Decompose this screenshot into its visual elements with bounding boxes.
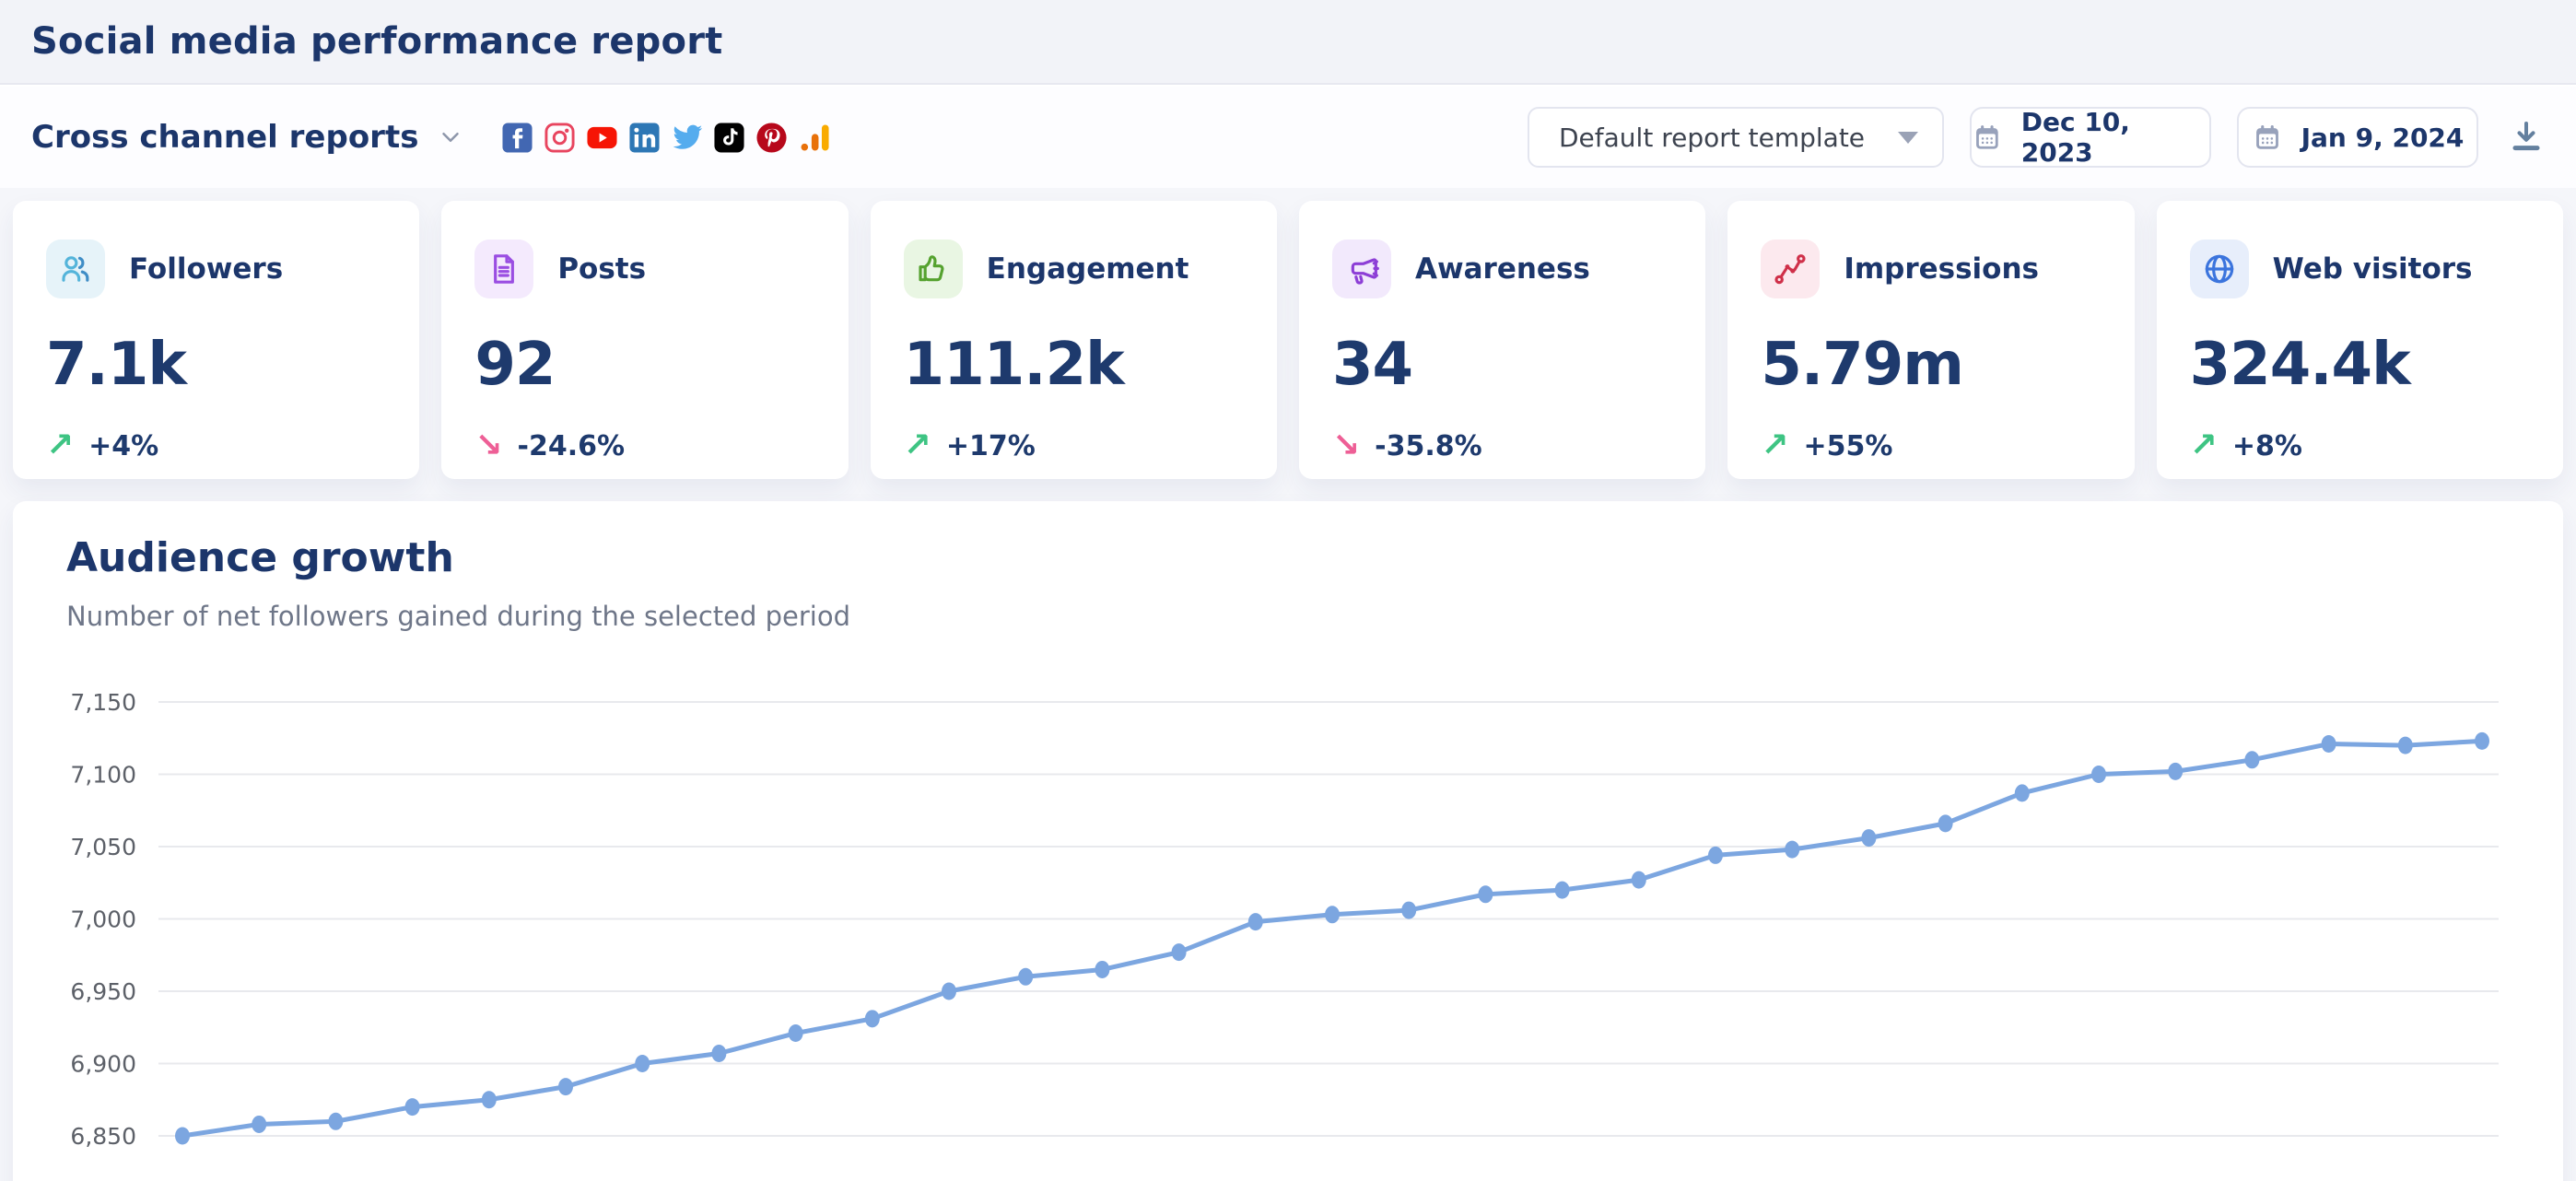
stat-value: 34	[1332, 335, 1672, 394]
report-section-dropdown[interactable]: Cross channel reports	[31, 119, 464, 156]
start-date-value: Dec 10, 2023	[2021, 107, 2209, 168]
svg-text:7,000: 7,000	[70, 906, 136, 933]
google-analytics-icon[interactable]	[798, 122, 830, 154]
stat-card-awareness: Awareness 34 ↘ -35.8%	[1299, 201, 1705, 479]
trend-arrow-icon: ↗	[904, 429, 931, 462]
stat-card-web-visitors: Web visitors 324.4k ↗ +8%	[2157, 201, 2563, 479]
report-section-label: Cross channel reports	[31, 119, 418, 156]
calendar-icon	[2252, 122, 2283, 153]
trend-arrow-icon: ↘	[1332, 429, 1360, 462]
toolbar-right: Default report template Dec 10, 2023	[1528, 107, 2545, 168]
stat-label: Impressions	[1844, 252, 2039, 286]
trend-value: -24.6%	[518, 430, 626, 462]
stat-card-engagement: Engagement 111.2k ↗ +17%	[871, 201, 1277, 479]
pinterest-icon[interactable]	[755, 122, 788, 154]
awareness-icon	[1332, 240, 1391, 298]
stat-value: 7.1k	[46, 335, 386, 394]
calendar-icon	[1972, 122, 2003, 153]
stat-label: Followers	[129, 252, 283, 286]
chart-subtitle: Number of net followers gained during th…	[66, 601, 850, 632]
start-date-picker[interactable]: Dec 10, 2023	[1970, 107, 2211, 168]
svg-text:6,850: 6,850	[70, 1123, 136, 1150]
toolbar-left: Cross channel reports	[31, 119, 830, 156]
svg-text:7,050: 7,050	[70, 834, 136, 860]
svg-text:7,150: 7,150	[70, 689, 136, 716]
stat-card-impressions: Impressions 5.79m ↗ +55%	[1727, 201, 2134, 479]
tiktok-icon[interactable]	[713, 122, 745, 154]
followers-icon	[46, 240, 105, 298]
impressions-icon	[1761, 240, 1820, 298]
stat-card-followers: Followers 7.1k ↗ +4%	[13, 201, 419, 479]
toolbar: Cross channel reports	[0, 87, 2576, 188]
web-visitors-icon	[2190, 240, 2249, 298]
stat-cards-row: Followers 7.1k ↗ +4% Posts 92	[13, 201, 2563, 479]
report-template-value: Default report template	[1559, 123, 1898, 153]
channel-icon-list	[501, 122, 830, 154]
youtube-icon[interactable]	[586, 122, 618, 154]
trend-arrow-icon: ↘	[474, 429, 502, 462]
svg-text:6,950: 6,950	[70, 978, 136, 1005]
twitter-icon[interactable]	[671, 122, 703, 154]
download-icon[interactable]	[2508, 119, 2545, 156]
audience-growth-line-chart: 7,150 7,100 7,050 7,000 6,950 6,900 6,850	[41, 676, 2547, 1181]
facebook-icon[interactable]	[501, 122, 533, 154]
trend-value: +55%	[1803, 430, 1892, 462]
trend-value: +8%	[2232, 430, 2302, 462]
trend-value: -35.8%	[1375, 430, 1482, 462]
svg-text:6,900: 6,900	[70, 1051, 136, 1078]
trend-arrow-icon: ↗	[46, 429, 74, 462]
app-header: Social media performance report	[0, 0, 2576, 85]
stat-label: Posts	[557, 252, 646, 286]
posts-icon	[474, 240, 533, 298]
stat-value: 324.4k	[2190, 335, 2530, 394]
chevron-down-icon	[437, 123, 464, 151]
stat-label: Engagement	[987, 252, 1189, 286]
stat-value: 111.2k	[904, 335, 1244, 394]
trend-arrow-icon: ↗	[2190, 429, 2218, 462]
stat-card-posts: Posts 92 ↘ -24.6%	[441, 201, 848, 479]
report-content: Followers 7.1k ↗ +4% Posts 92	[0, 188, 2576, 1181]
audience-growth-card: Audience growth Number of net followers …	[13, 501, 2563, 1181]
stat-label: Awareness	[1415, 252, 1590, 286]
stat-label: Web visitors	[2273, 252, 2473, 286]
engagement-icon	[904, 240, 963, 298]
trend-value: +17%	[946, 430, 1036, 462]
instagram-icon[interactable]	[544, 122, 576, 154]
stat-value: 5.79m	[1761, 335, 2101, 394]
report-template-select[interactable]: Default report template	[1528, 107, 1944, 168]
stat-value: 92	[474, 335, 814, 394]
svg-text:7,100: 7,100	[70, 762, 136, 789]
linkedin-icon[interactable]	[628, 122, 661, 154]
select-caret-icon	[1898, 132, 1918, 144]
trend-arrow-icon: ↗	[1761, 429, 1788, 462]
end-date-value: Jan 9, 2024	[2301, 123, 2465, 153]
trend-value: +4%	[88, 430, 158, 462]
end-date-picker[interactable]: Jan 9, 2024	[2237, 107, 2478, 168]
chart-title: Audience growth	[66, 534, 454, 581]
page-title: Social media performance report	[31, 20, 722, 63]
